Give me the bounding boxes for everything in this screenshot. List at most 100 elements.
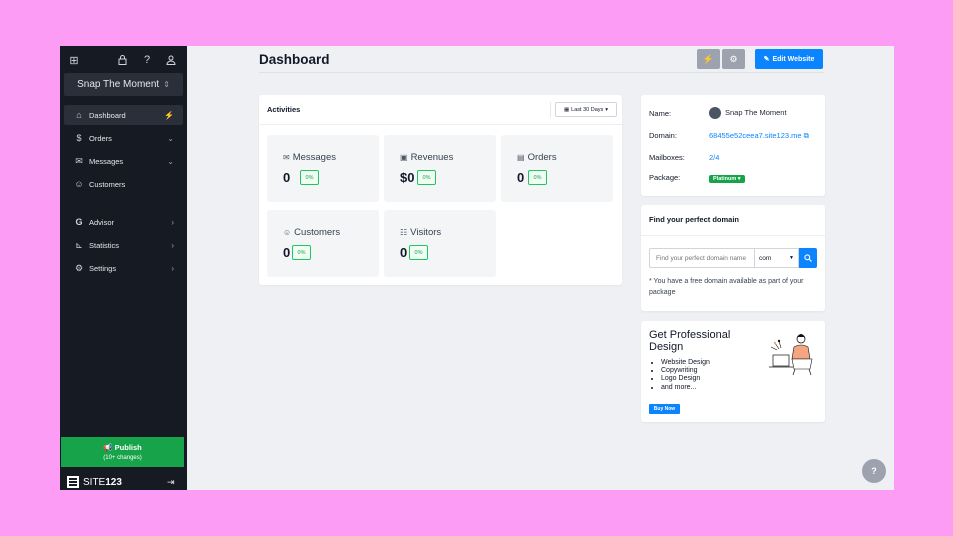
envelope-icon: ✉ xyxy=(75,155,83,166)
site-selector[interactable]: Snap The Moment ⇕ xyxy=(64,73,183,96)
visitors-icon: ☷ xyxy=(400,228,408,237)
stat-value: $0 xyxy=(400,170,415,185)
sidebar-item-label: Dashboard xyxy=(89,110,126,120)
chevron-down-icon: ⌄ xyxy=(167,133,174,143)
gear-icon: ⚙ xyxy=(74,262,84,273)
free-domain-note: * You have a free domain available as pa… xyxy=(649,278,804,296)
sidebar-item-label: Advisor xyxy=(89,217,115,227)
promo-title: Get Professional Design xyxy=(649,329,731,353)
stat-label: Visitors xyxy=(410,227,442,238)
stat-card-revenues[interactable]: ▣ Revenues $0 0% xyxy=(384,135,496,202)
stat-card-orders[interactable]: ▤ Orders 0 0% xyxy=(501,135,613,202)
sidebar-item-customers[interactable]: ☺ Customers xyxy=(64,174,183,194)
sidebar-item-label: Messages xyxy=(89,156,124,166)
domain-search-input[interactable] xyxy=(649,248,754,268)
stat-change-badge: 0% xyxy=(300,170,319,185)
domain-value: 68455e52ceea7.site123.me xyxy=(709,131,802,140)
sidebar-toolbar: ⊞ ? xyxy=(60,53,187,67)
settings-button[interactable]: ⚙ xyxy=(722,49,745,69)
lock-icon[interactable] xyxy=(115,53,129,67)
sidebar-item-settings[interactable]: ⚙ Settings › xyxy=(64,258,183,278)
dollar-icon: $ xyxy=(76,133,82,143)
buy-now-button[interactable]: Buy Now xyxy=(649,404,680,414)
envelope-icon: ✉ xyxy=(283,153,290,162)
stat-card-visitors[interactable]: ☷ Visitors 0 0% xyxy=(384,210,496,277)
list-item: Logo Design xyxy=(661,375,710,383)
stat-change-badge: 0% xyxy=(528,170,547,185)
edit-website-label: Edit Website xyxy=(772,55,815,63)
money-icon: ▣ xyxy=(400,153,408,162)
caret-down-icon: ▾ xyxy=(605,106,609,113)
user-icon[interactable] xyxy=(164,53,178,67)
logo-mark-icon xyxy=(67,476,79,488)
domain-search-title: Find your perfect domain xyxy=(649,215,740,224)
name-value: Snap The Moment xyxy=(709,107,787,119)
google-icon: G xyxy=(75,217,83,227)
sidebar-item-advisor[interactable]: G Advisor › xyxy=(64,212,183,232)
megaphone-icon: 📢 xyxy=(103,443,113,452)
designer-illustration-icon xyxy=(769,334,813,376)
chart-icon: ⊾ xyxy=(75,239,83,250)
edit-icon: ✎ xyxy=(763,56,770,63)
lightning-button[interactable]: ⚡ xyxy=(697,49,720,69)
stat-change-badge: 0% xyxy=(292,245,311,260)
sidebar-item-label: Settings xyxy=(89,263,117,273)
users-icon: ☺ xyxy=(283,228,292,237)
sidebar-item-orders[interactable]: $ Orders ⌄ xyxy=(64,128,183,148)
stat-label: Orders xyxy=(527,152,557,163)
package-dropdown[interactable]: Platinum ▾ xyxy=(709,173,745,183)
stat-label: Messages xyxy=(292,152,337,163)
app-window: ⊞ ? Snap The Moment ⇕ ⌂ Dashboard ⚡ $ Or… xyxy=(60,46,894,490)
stat-label: Customers xyxy=(294,227,341,238)
publish-button[interactable]: 📢 Publish (10+ changes) xyxy=(61,437,184,467)
stat-card-messages[interactable]: ✉ Messages 0 0% xyxy=(267,135,379,202)
tld-select[interactable]: com ▼ xyxy=(754,248,799,268)
stat-value: 0 xyxy=(400,245,408,260)
sidebar-item-label: Statistics xyxy=(89,240,120,250)
mailboxes-label: Mailboxes: xyxy=(649,153,685,162)
stat-value: 0 xyxy=(517,170,525,185)
copy-icon[interactable]: ⧉ xyxy=(804,131,809,140)
sidebar: ⊞ ? Snap The Moment ⇕ ⌂ Dashboard ⚡ $ Or… xyxy=(60,46,187,490)
sidebar-item-label: Orders xyxy=(89,133,112,143)
divider xyxy=(550,102,551,118)
date-range-dropdown[interactable]: ▦ Last 30 Days ▾ xyxy=(555,102,617,117)
edit-website-button[interactable]: ✎ Edit Website xyxy=(755,49,823,69)
activities-title: Activities xyxy=(267,105,301,114)
search-icon xyxy=(804,254,812,262)
chevron-right-icon: › xyxy=(171,217,174,227)
stat-card-customers[interactable]: ☺ Customers 0 0% xyxy=(267,210,379,277)
header-divider xyxy=(259,72,824,73)
professional-design-card: Get Professional Design Website Design C… xyxy=(641,321,825,422)
help-button[interactable]: ? xyxy=(862,459,886,483)
publish-label: Publish xyxy=(114,443,142,452)
stat-change-badge: 0% xyxy=(409,245,428,260)
logout-icon[interactable]: ⇥ xyxy=(167,477,175,488)
site-name: Snap The Moment xyxy=(725,107,787,117)
domain-link[interactable]: 68455e52ceea7.site123.me ⧉ xyxy=(709,131,809,141)
package-label: Package: xyxy=(649,173,681,182)
mailboxes-value[interactable]: 2/4 xyxy=(709,153,719,162)
gear-icon: ⚙ xyxy=(729,53,738,64)
calendar-icon: ▦ xyxy=(563,106,570,113)
sidebar-item-messages[interactable]: ✉ Messages ⌄ xyxy=(64,151,183,171)
name-label: Name: xyxy=(649,109,672,118)
apps-grid-icon[interactable]: ⊞ xyxy=(67,53,81,67)
divider xyxy=(259,124,622,125)
updown-chevron-icon: ⇕ xyxy=(163,80,170,89)
domain-search-button[interactable] xyxy=(799,248,817,268)
chevron-right-icon: › xyxy=(171,240,174,250)
list-item: Website Design xyxy=(661,359,710,367)
site-selector-label: Snap The Moment xyxy=(77,79,160,90)
package-value: Platinum xyxy=(713,176,737,182)
divider xyxy=(641,235,825,236)
sidebar-item-statistics[interactable]: ⊾ Statistics › xyxy=(64,235,183,255)
list-item: Copywriting xyxy=(661,367,710,375)
sidebar-item-label: Customers xyxy=(89,179,126,189)
sidebar-item-dashboard[interactable]: ⌂ Dashboard ⚡ xyxy=(64,105,183,125)
help-question-icon[interactable]: ? xyxy=(140,53,154,67)
stat-value: 0 xyxy=(283,245,291,260)
list-item: and more... xyxy=(661,384,710,392)
domain-search-card: Find your perfect domain com ▼ * You hav… xyxy=(641,205,825,311)
caret-down-icon: ▼ xyxy=(789,255,794,261)
